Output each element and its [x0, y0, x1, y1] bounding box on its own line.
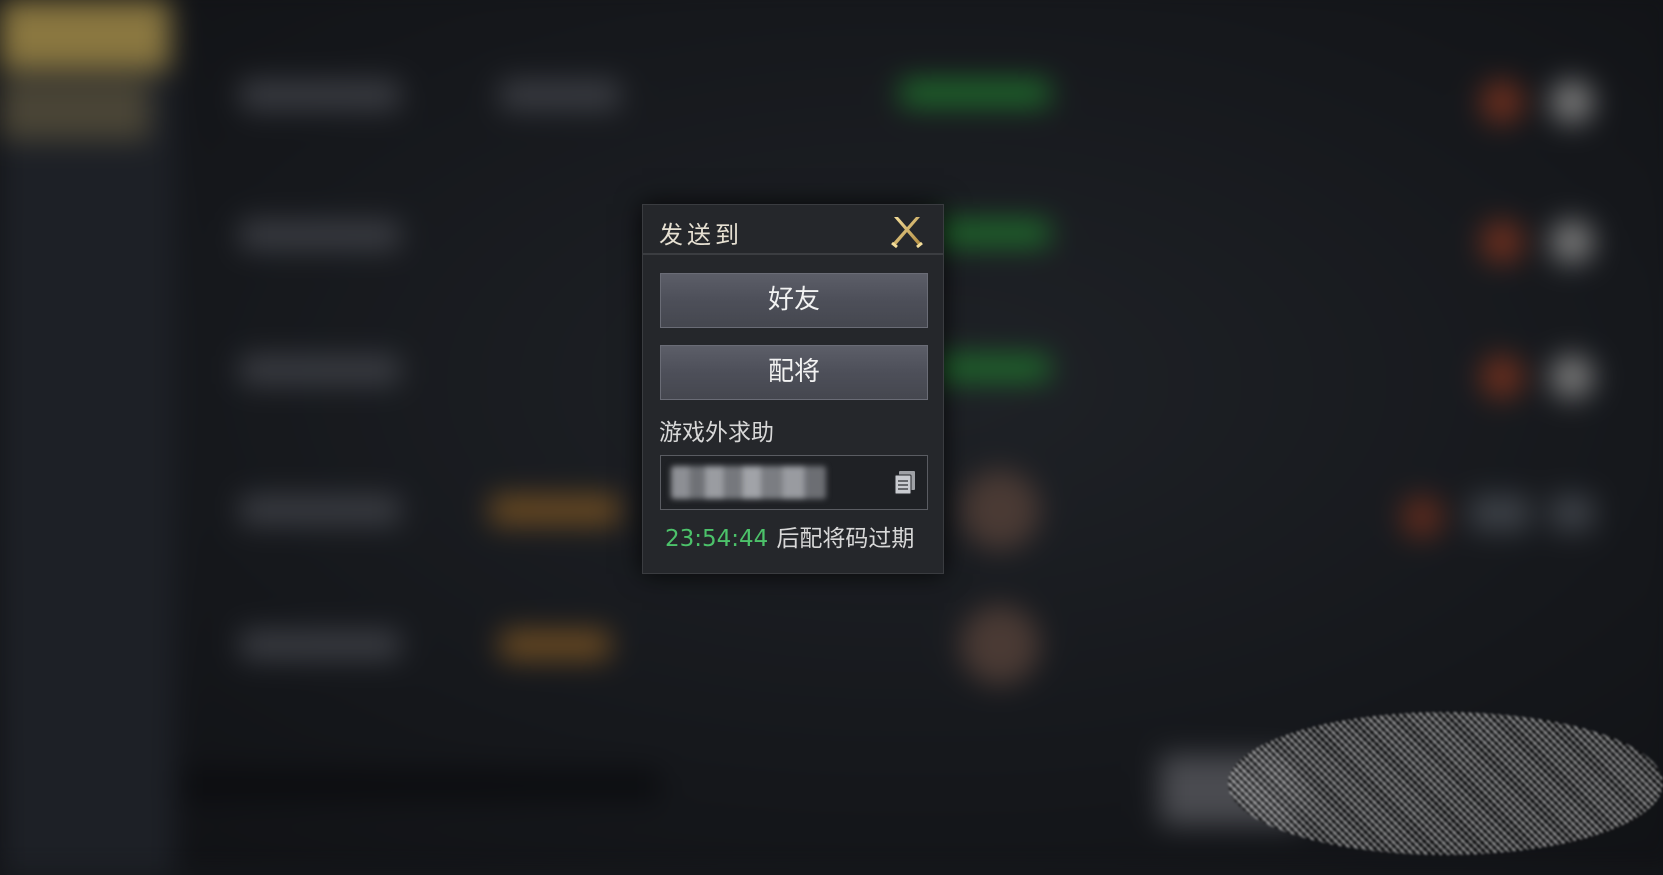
send-to-dialog: 发送到 好友 配将 游戏外求助 23:54:44 后配将码过期	[642, 204, 944, 574]
bg-side-highlight	[0, 0, 170, 70]
expiry-countdown: 23:54:44	[665, 526, 769, 552]
bg-side-highlight-2	[0, 80, 150, 140]
bg-row	[240, 355, 400, 385]
bg-row	[240, 220, 400, 250]
bg-dot	[1470, 495, 1530, 531]
outside-game-help-label: 游戏外求助	[659, 420, 774, 446]
watermark-overlay	[1228, 712, 1663, 855]
expiry-notice: 23:54:44 后配将码过期	[665, 519, 914, 553]
bg-avatar	[960, 605, 1040, 685]
bg-dot	[1550, 495, 1594, 531]
bg-dot	[1550, 355, 1594, 399]
general-match-button[interactable]: 配将	[660, 345, 928, 400]
bg-dot	[1550, 80, 1594, 124]
bg-row-orange	[490, 495, 620, 525]
bg-row	[500, 80, 620, 110]
bg-row-green	[900, 80, 1050, 106]
match-code-value-obscured	[671, 466, 826, 499]
expiry-text: 后配将码过期	[776, 526, 915, 552]
dialog-title: 发送到	[659, 221, 743, 249]
close-icon	[891, 217, 923, 249]
close-button[interactable]	[889, 213, 925, 249]
bg-dot	[1400, 495, 1444, 539]
match-code-field[interactable]	[660, 455, 928, 510]
bg-row-orange	[500, 630, 610, 660]
friend-button[interactable]: 好友	[660, 273, 928, 328]
copy-icon[interactable]	[893, 470, 917, 496]
bg-dot	[1480, 355, 1524, 399]
bg-dot	[1480, 80, 1524, 124]
bg-bottom-bar	[180, 770, 660, 800]
bg-dot	[1480, 220, 1524, 264]
bg-row	[240, 80, 400, 110]
bg-dot	[1550, 220, 1594, 264]
bg-row	[240, 630, 400, 660]
bg-row	[240, 495, 400, 525]
dialog-header: 发送到	[643, 205, 943, 255]
bg-avatar	[960, 470, 1040, 550]
